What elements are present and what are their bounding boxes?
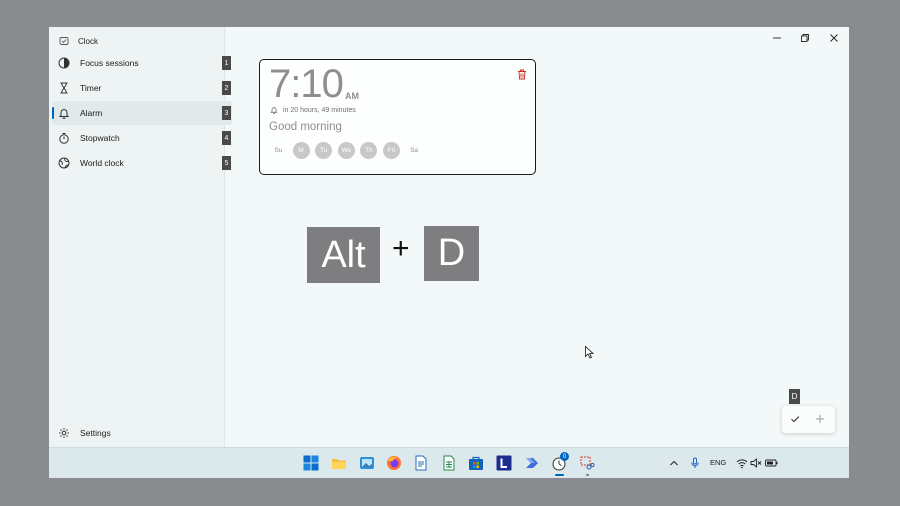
letter-l-icon	[496, 455, 512, 471]
key-tip-badge: 1	[222, 56, 231, 70]
chevron-up-icon	[670, 460, 678, 466]
file-explorer-button[interactable]	[331, 455, 347, 471]
gear-icon	[58, 427, 70, 439]
word-document-button[interactable]	[413, 455, 429, 471]
microphone-icon	[691, 457, 699, 468]
running-app-indicator	[586, 474, 589, 476]
battery-icon	[765, 459, 778, 467]
settings-label: Settings	[80, 428, 111, 438]
app-title-bar: Clock	[59, 33, 98, 49]
focus-icon	[58, 57, 70, 69]
wifi-icon	[736, 459, 748, 469]
day-friday: Fri	[382, 142, 400, 159]
bell-icon	[58, 107, 70, 119]
flow-arrow-icon	[526, 458, 538, 468]
delete-alarm-button[interactable]	[517, 67, 527, 80]
day-saturday: Sa	[410, 147, 419, 154]
document-icon	[415, 455, 427, 471]
photos-button[interactable]	[359, 455, 375, 471]
power-automate-button[interactable]	[524, 455, 540, 471]
minimize-button[interactable]	[767, 30, 787, 46]
spreadsheet-button[interactable]	[441, 455, 457, 471]
restore-icon	[801, 34, 809, 42]
taskbar: 0 ENG	[49, 447, 849, 478]
stopwatch-icon	[58, 132, 70, 144]
close-icon	[830, 34, 838, 42]
spreadsheet-icon	[443, 455, 455, 471]
clock-window: Clock Focus sessions Timer Alarm Stopwat…	[49, 27, 849, 447]
snipping-tool-button[interactable]	[579, 455, 595, 471]
minimize-icon	[773, 37, 781, 39]
alarm-action-bar	[782, 406, 835, 433]
add-alarm-button[interactable]	[813, 412, 827, 426]
key-tip-badge: 2	[222, 81, 231, 95]
start-button[interactable]	[303, 455, 319, 471]
l-app-button[interactable]	[496, 455, 512, 471]
key-tip-badge: D	[789, 389, 800, 404]
restore-button[interactable]	[795, 30, 815, 46]
key-tip-badge: 5	[222, 156, 231, 170]
show-hidden-icons-button[interactable]	[668, 456, 680, 468]
store-icon	[469, 456, 483, 470]
nav-item-timer[interactable]: Timer	[52, 76, 232, 100]
snip-icon	[580, 456, 595, 470]
shortcut-plus: +	[392, 232, 410, 265]
folder-icon	[332, 459, 346, 469]
nav-label: Stopwatch	[80, 133, 120, 143]
trash-icon	[518, 69, 526, 80]
microphone-button[interactable]	[689, 456, 701, 468]
plus-icon	[816, 415, 824, 423]
globe-icon	[58, 157, 70, 169]
key-tip-badge: 3	[222, 106, 231, 120]
active-indicator	[52, 107, 54, 119]
store-button[interactable]	[468, 455, 484, 471]
close-button[interactable]	[824, 30, 844, 46]
settings-button[interactable]: Settings	[52, 421, 111, 445]
nav-item-alarm[interactable]: Alarm	[52, 101, 232, 125]
firefox-icon	[387, 456, 401, 470]
clock-app-icon	[59, 36, 69, 46]
edit-alarms-button[interactable]	[788, 412, 802, 426]
nav-label: Focus sessions	[80, 58, 139, 68]
day-thursday: Th	[360, 142, 378, 159]
nav-label: World clock	[80, 158, 124, 168]
nav-item-world-clock[interactable]: World clock	[52, 151, 232, 175]
day-wednesday: We	[337, 142, 355, 159]
app-title: Clock	[78, 36, 99, 46]
firefox-button[interactable]	[386, 455, 402, 471]
input-language[interactable]: ENG	[710, 458, 726, 467]
bell-icon	[270, 106, 278, 114]
alarm-name: Good morning	[269, 121, 342, 133]
shortcut-key-alt: Alt	[307, 227, 380, 283]
volume-status[interactable]	[750, 456, 762, 468]
repeat-days: Su M Tu We Th Fri Sa	[270, 142, 428, 159]
day-monday: M	[292, 142, 310, 159]
volume-muted-icon	[750, 458, 762, 468]
key-tip-badge: 4	[222, 131, 231, 145]
alarm-ampm: AM	[345, 91, 359, 101]
nav-item-stopwatch[interactable]: Stopwatch	[52, 126, 232, 150]
photos-icon	[360, 457, 374, 469]
wifi-status[interactable]	[736, 456, 748, 469]
day-tuesday: Tu	[315, 142, 333, 159]
sidebar: Clock Focus sessions Timer Alarm Stopwat…	[49, 27, 232, 447]
notification-badge: 0	[560, 452, 569, 461]
windows-logo-icon	[303, 455, 319, 471]
shortcut-key-d: D	[424, 226, 479, 281]
hourglass-icon	[58, 82, 70, 94]
time-remaining-text: in 20 hours, 49 minutes	[283, 106, 356, 114]
active-app-indicator	[555, 474, 564, 476]
battery-status[interactable]	[765, 456, 778, 468]
mouse-cursor-icon	[585, 346, 594, 359]
nav-item-focus-sessions[interactable]: Focus sessions	[52, 51, 232, 75]
time-remaining: in 20 hours, 49 minutes	[270, 106, 356, 114]
nav-label: Timer	[80, 83, 102, 93]
day-sunday: Su	[274, 147, 283, 154]
nav-label: Alarm	[80, 108, 103, 118]
alarm-card[interactable]: 7:10 AM in 20 hours, 49 minutes Good mor…	[259, 59, 536, 175]
alarm-time: 7:10	[269, 62, 344, 106]
checkmark-icon	[791, 416, 800, 423]
